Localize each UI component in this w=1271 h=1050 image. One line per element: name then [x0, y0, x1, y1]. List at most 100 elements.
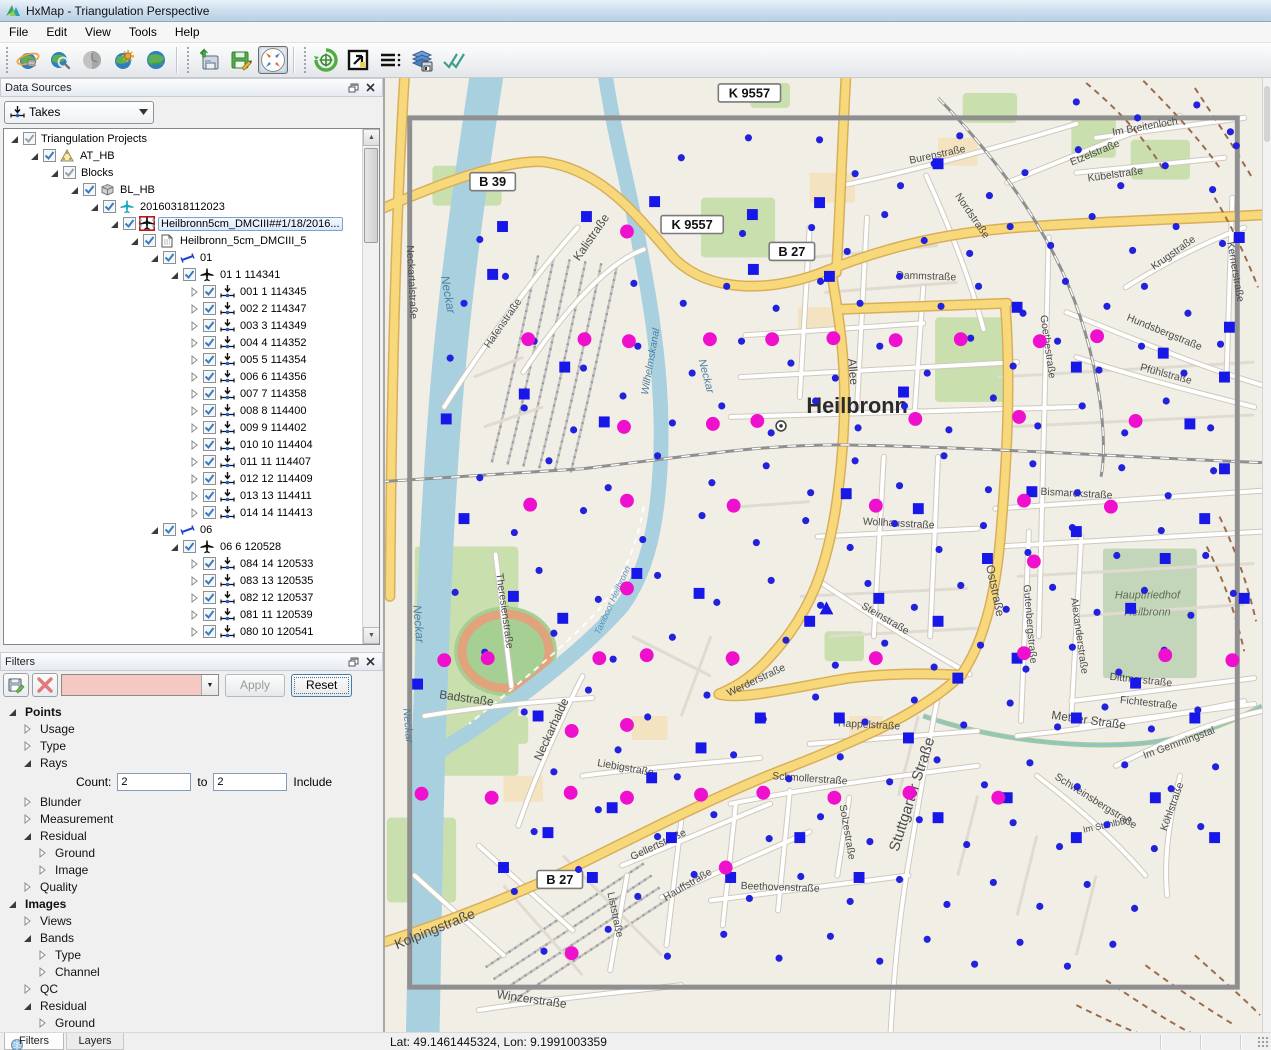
- scroll-down-icon[interactable]: ▼: [363, 627, 380, 644]
- takes-dropdown[interactable]: Takes: [4, 101, 154, 124]
- expand-icon[interactable]: [36, 847, 48, 859]
- tree-row[interactable]: 010 10 114404: [4, 436, 362, 453]
- tie-point[interactable]: [1069, 644, 1076, 651]
- tie-point[interactable]: [723, 283, 730, 290]
- control-point[interactable]: [794, 832, 805, 843]
- control-point[interactable]: [1071, 832, 1082, 843]
- expand-icon[interactable]: [188, 354, 200, 366]
- tie-point[interactable]: [630, 280, 637, 287]
- control-point[interactable]: [599, 416, 610, 427]
- tie-point[interactable]: [1141, 283, 1148, 290]
- tree-row[interactable]: 013 13 114411: [4, 487, 362, 504]
- gcp-point[interactable]: [523, 498, 537, 512]
- gcp-point[interactable]: [521, 332, 535, 346]
- tie-point[interactable]: [977, 642, 984, 649]
- checkbox[interactable]: [43, 149, 56, 162]
- map-view[interactable]: NeckartalstraßeNeckarNeckarNeckarNeckarW…: [383, 78, 1271, 1032]
- tie-point[interactable]: [698, 512, 705, 519]
- tie-point[interactable]: [730, 751, 737, 758]
- control-point[interactable]: [694, 588, 705, 599]
- delete-filter-icon[interactable]: [32, 673, 58, 697]
- close-panel-icon[interactable]: [363, 655, 378, 669]
- control-point[interactable]: [804, 616, 815, 627]
- tie-point[interactable]: [1022, 666, 1029, 673]
- tie-point[interactable]: [689, 369, 696, 376]
- tie-point[interactable]: [816, 136, 823, 143]
- tie-point[interactable]: [787, 360, 794, 367]
- tie-point[interactable]: [531, 828, 538, 835]
- tie-point[interactable]: [739, 230, 746, 237]
- tie-point[interactable]: [595, 806, 602, 813]
- tie-point[interactable]: [986, 192, 993, 199]
- gcp-point[interactable]: [869, 499, 883, 513]
- tie-point[interactable]: [1089, 213, 1096, 220]
- control-point[interactable]: [587, 872, 598, 883]
- control-point[interactable]: [487, 269, 498, 280]
- expand-icon[interactable]: [188, 558, 200, 570]
- control-point[interactable]: [1071, 526, 1082, 537]
- control-point[interactable]: [982, 553, 993, 564]
- control-point[interactable]: [1184, 418, 1195, 429]
- collapse-icon[interactable]: [148, 252, 160, 264]
- tie-point[interactable]: [1219, 240, 1226, 247]
- control-point[interactable]: [1219, 372, 1230, 383]
- tie-point[interactable]: [1202, 552, 1209, 559]
- tie-point[interactable]: [897, 182, 904, 189]
- tie-point[interactable]: [521, 404, 528, 411]
- gcp-point[interactable]: [617, 420, 631, 434]
- tie-point[interactable]: [1207, 424, 1214, 431]
- tie-point[interactable]: [1163, 397, 1170, 404]
- tie-point[interactable]: [940, 452, 947, 459]
- gcp-point[interactable]: [620, 494, 634, 508]
- tie-point[interactable]: [738, 338, 745, 345]
- gcp-point[interactable]: [1012, 410, 1026, 424]
- tie-point[interactable]: [1197, 823, 1204, 830]
- tie-point[interactable]: [511, 888, 518, 895]
- tree-row[interactable]: 011 11 114407: [4, 453, 362, 470]
- collapse-icon[interactable]: [168, 541, 180, 553]
- tie-point[interactable]: [1103, 303, 1110, 310]
- tree-scrollbar[interactable]: ▲ ▼: [362, 129, 379, 644]
- gcp-point[interactable]: [1225, 653, 1239, 667]
- tree-row[interactable]: 009 9 114402: [4, 419, 362, 436]
- refresh-crosshair-icon[interactable]: [311, 46, 341, 74]
- collapse-icon[interactable]: [128, 235, 140, 247]
- tie-point[interactable]: [864, 580, 871, 587]
- gcp-point[interactable]: [756, 786, 770, 800]
- tie-point[interactable]: [1034, 422, 1041, 429]
- gcp-point[interactable]: [765, 332, 779, 346]
- tie-point[interactable]: [1062, 278, 1069, 285]
- collapse-icon[interactable]: [148, 524, 160, 536]
- tie-point[interactable]: [1054, 723, 1061, 730]
- checkbox[interactable]: [203, 455, 216, 468]
- gcp-point[interactable]: [578, 332, 592, 346]
- gcp-point[interactable]: [991, 791, 1005, 805]
- tree-row[interactable]: 003 3 114349: [4, 317, 362, 334]
- map-scroll-thumb[interactable]: [1264, 86, 1270, 142]
- control-point[interactable]: [1209, 832, 1220, 843]
- expand-icon[interactable]: [188, 303, 200, 315]
- control-point[interactable]: [841, 488, 852, 499]
- tie-point[interactable]: [634, 893, 641, 900]
- checkbox[interactable]: [203, 404, 216, 417]
- tie-point[interactable]: [1036, 903, 1043, 910]
- control-point[interactable]: [1071, 713, 1082, 724]
- tab-layers[interactable]: Layers: [66, 1033, 124, 1050]
- tie-point[interactable]: [967, 335, 974, 342]
- expand-icon[interactable]: [21, 881, 33, 893]
- checkbox[interactable]: [203, 506, 216, 519]
- gcp-point[interactable]: [565, 724, 579, 738]
- tie-point[interactable]: [1121, 429, 1128, 436]
- save-filter-icon[interactable]: [3, 673, 29, 697]
- tie-point[interactable]: [1079, 402, 1086, 409]
- tie-point[interactable]: [511, 529, 518, 536]
- filter-row[interactable]: Ground: [0, 844, 383, 861]
- tie-point[interactable]: [768, 429, 775, 436]
- control-point[interactable]: [933, 812, 944, 823]
- tie-point[interactable]: [945, 426, 952, 433]
- tie-point[interactable]: [827, 933, 834, 940]
- filter-row[interactable]: Images: [0, 895, 383, 912]
- tie-point[interactable]: [452, 589, 459, 596]
- tree-row[interactable]: 006 6 114356: [4, 368, 362, 385]
- tie-point[interactable]: [669, 634, 676, 641]
